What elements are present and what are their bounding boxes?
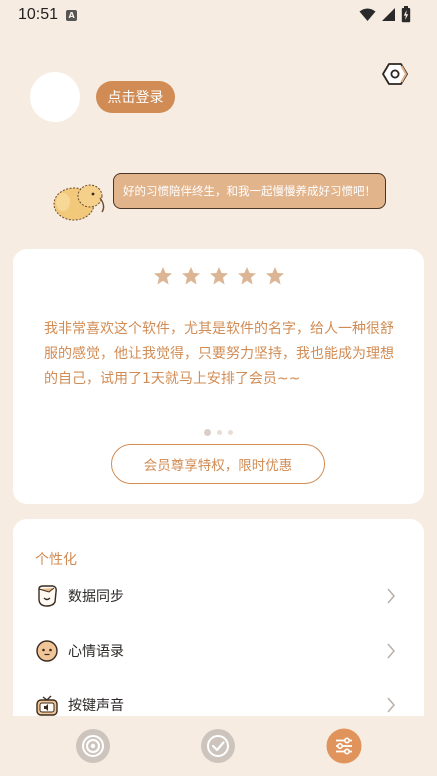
bottom-nav: [0, 716, 437, 776]
menu-item-data-sync[interactable]: 数据同步: [13, 576, 424, 616]
chevron-right-icon: [387, 643, 395, 659]
status-time: 10:51: [18, 6, 59, 23]
login-button[interactable]: 点击登录: [96, 81, 175, 113]
star-icon: [153, 267, 172, 285]
member-privilege-button[interactable]: 会员尊享特权，限时优惠: [111, 444, 325, 484]
menu-label: 心情语录: [68, 644, 124, 660]
battery-icon: [401, 6, 411, 23]
key-sound-tv-icon: [36, 695, 58, 716]
wifi-icon: [359, 8, 376, 21]
personalization-card: 个性化 数据同步 心情语录 按键声音: [13, 519, 424, 716]
notification-icon: A: [66, 9, 78, 21]
review-card: 我非常喜欢这个软件，尤其是软件的名字，给人一种很舒服的感觉，他让我觉得，只要努力…: [13, 249, 424, 504]
signal-icon: [382, 8, 395, 21]
mascot-speech-bubble: 好的习惯陪伴终生，和我一起慢慢养成好习惯吧！: [113, 173, 386, 209]
carousel-dot[interactable]: [228, 430, 233, 435]
section-title: 个性化: [35, 552, 77, 568]
mood-face-icon: [36, 640, 58, 662]
check-circle-icon[interactable]: [200, 728, 236, 764]
chevron-right-icon: [387, 697, 395, 713]
data-sync-icon: [38, 585, 57, 607]
settings-sliders-icon[interactable]: [326, 728, 362, 764]
carousel-dot[interactable]: [217, 430, 222, 435]
settings-icon[interactable]: [381, 60, 409, 88]
elephant-mascot-icon: [53, 184, 105, 221]
rating-stars: [13, 266, 424, 286]
focus-target-icon[interactable]: [75, 728, 111, 764]
star-icon: [181, 267, 200, 285]
star-icon: [237, 267, 256, 285]
status-bar: 10:51 A: [0, 0, 437, 30]
chevron-right-icon: [387, 588, 395, 604]
avatar[interactable]: [30, 72, 80, 122]
carousel-indicator: [13, 429, 424, 436]
menu-item-mood-quotes[interactable]: 心情语录: [13, 631, 424, 671]
review-text: 我非常喜欢这个软件，尤其是软件的名字，给人一种很舒服的感觉，他让我觉得，只要努力…: [44, 321, 394, 387]
status-indicators: [359, 6, 411, 23]
menu-item-key-sound[interactable]: 按键声音: [13, 685, 424, 716]
menu-label: 按键声音: [68, 698, 124, 714]
star-icon: [209, 267, 228, 285]
menu-label: 数据同步: [68, 589, 124, 605]
carousel-dot[interactable]: [204, 429, 211, 436]
star-icon: [265, 267, 284, 285]
